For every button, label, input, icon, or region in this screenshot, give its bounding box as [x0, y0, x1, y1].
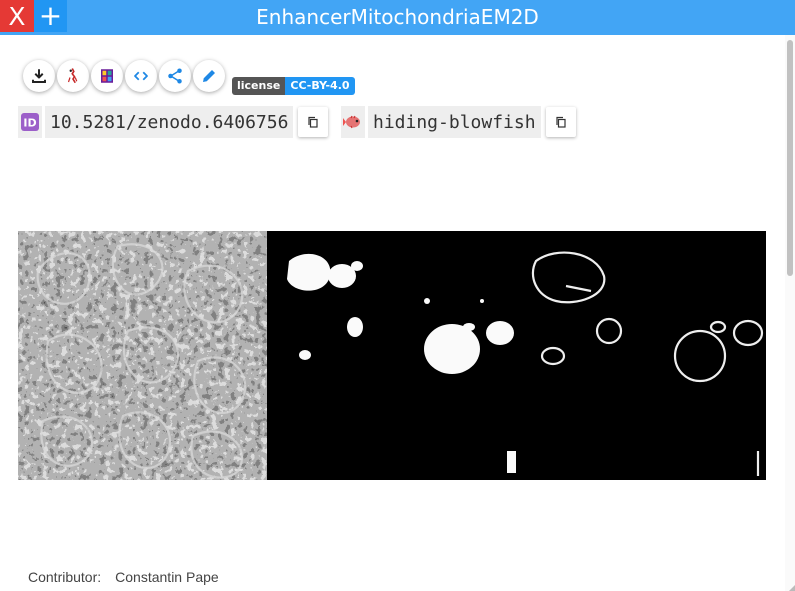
action-toolbar	[23, 60, 225, 92]
em-input-panel	[18, 231, 267, 480]
share-button[interactable]	[159, 60, 191, 92]
copy-icon	[308, 116, 319, 128]
doi-id-icon: ID	[18, 106, 42, 138]
copy-nickname-button[interactable]	[545, 107, 576, 137]
download-icon	[32, 69, 46, 83]
license-badge[interactable]: license CC-BY-4.0	[232, 77, 355, 95]
share-icon	[168, 68, 182, 84]
resize-handle[interactable]	[789, 585, 795, 591]
edit-button[interactable]	[193, 60, 225, 92]
imagej-button[interactable]	[91, 60, 123, 92]
nickname-text: hiding-blowfish	[368, 106, 541, 138]
foreground-prediction-panel	[267, 231, 516, 480]
vertical-scrollbar[interactable]	[785, 35, 795, 591]
ilastik-button[interactable]	[57, 60, 89, 92]
ilastik-icon	[67, 68, 78, 84]
copy-icon	[555, 116, 566, 128]
code-icon	[134, 71, 148, 81]
doi-row: ID 10.5281/zenodo.6406756	[18, 105, 329, 139]
window-title: EnhancerMitochondriaEM2D	[256, 5, 539, 29]
contributor-label: Contributor:	[28, 569, 102, 585]
blowfish-icon	[341, 106, 365, 138]
top-bar: X + EnhancerMitochondriaEM2D	[0, 0, 795, 35]
boundary-prediction-panel	[516, 231, 766, 480]
edit-icon	[203, 70, 215, 82]
license-label: license	[232, 77, 286, 95]
model-cover-image	[18, 231, 766, 480]
svg-text:ID: ID	[23, 117, 36, 130]
imagej-icon	[101, 69, 113, 83]
copy-doi-button[interactable]	[298, 107, 329, 137]
doi-text: 10.5281/zenodo.6406756	[45, 106, 294, 138]
contributor-line: Contributor: Constantin Pape	[28, 569, 219, 585]
download-button[interactable]	[23, 60, 55, 92]
contributor-name: Constantin Pape	[115, 569, 219, 585]
scrollbar-thumb[interactable]	[787, 40, 793, 276]
license-value: CC-BY-4.0	[285, 77, 355, 95]
nickname-row: hiding-blowfish	[341, 105, 576, 139]
code-button[interactable]	[125, 60, 157, 92]
